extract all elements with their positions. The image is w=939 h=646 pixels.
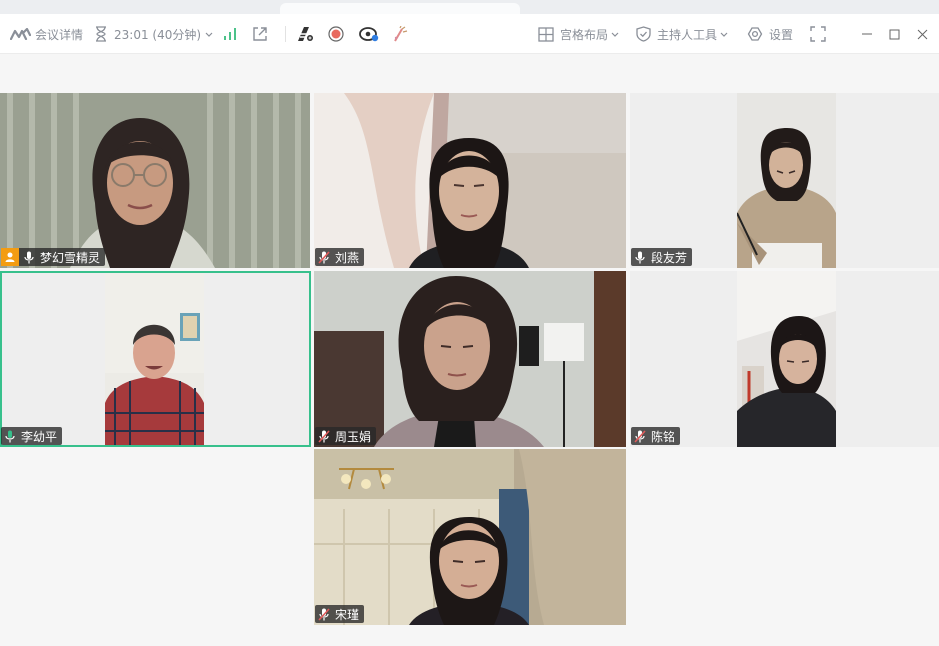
participant-video bbox=[314, 271, 626, 447]
video-grid: 梦幻雪精灵 刘燕 段友芳 李幼平 周玉娟 陈铭 宋瑾 bbox=[0, 93, 939, 626]
chevron-down-icon bbox=[611, 32, 619, 37]
participant-name-tag: 宋瑾 bbox=[315, 605, 365, 623]
beauty-filter-icon[interactable] bbox=[392, 14, 408, 54]
video-tile[interactable]: 陈铭 bbox=[630, 271, 939, 447]
settings-label: 设置 bbox=[769, 27, 794, 42]
participant-name: 周玉娟 bbox=[335, 429, 372, 444]
participant-video bbox=[314, 93, 626, 268]
grid-layout-icon bbox=[538, 26, 554, 42]
shield-icon bbox=[636, 26, 651, 42]
participant-name-tag: 周玉娟 bbox=[315, 427, 377, 445]
participant-video bbox=[0, 93, 310, 268]
fullscreen-icon[interactable] bbox=[810, 14, 826, 54]
meeting-details-button[interactable]: 会议详情 bbox=[10, 14, 83, 54]
settings-button[interactable]: 设置 bbox=[747, 14, 793, 54]
mic-speaking-icon bbox=[3, 429, 17, 443]
network-signal-icon[interactable] bbox=[223, 14, 237, 54]
participant-name-tag: 李幼平 bbox=[1, 427, 63, 445]
browser-top-strip bbox=[0, 0, 939, 14]
maximize-icon[interactable] bbox=[889, 14, 900, 54]
close-icon[interactable] bbox=[917, 14, 928, 54]
host-icon bbox=[1, 248, 19, 266]
meeting-toolbar: 会议详情 23:01 (40分钟) 宫格布局 主持人工具 设置 bbox=[0, 14, 939, 54]
meeting-logo-icon bbox=[10, 28, 31, 40]
whiteboard-icon[interactable] bbox=[296, 14, 314, 54]
share-link-icon[interactable] bbox=[252, 14, 268, 54]
browser-tab[interactable] bbox=[280, 3, 520, 14]
video-tile[interactable]: 梦幻雪精灵 bbox=[0, 93, 310, 268]
mic-muted-icon bbox=[317, 250, 331, 264]
video-tile-active-speaker[interactable]: 李幼平 bbox=[0, 271, 311, 447]
grid-layout-label: 宫格布局 bbox=[560, 27, 609, 42]
participant-name: 段友芳 bbox=[651, 250, 688, 265]
meeting-details-label: 会议详情 bbox=[35, 27, 84, 42]
host-tools-label: 主持人工具 bbox=[657, 27, 718, 42]
participant-video bbox=[737, 271, 836, 447]
toolbar-divider bbox=[285, 26, 286, 42]
participant-video bbox=[737, 93, 836, 268]
meeting-timer-label: 23:01 (40分钟) bbox=[114, 27, 202, 42]
participant-name: 陈铭 bbox=[651, 429, 676, 444]
participant-name-tag: 刘燕 bbox=[315, 248, 365, 266]
participant-name-tag: 陈铭 bbox=[631, 427, 681, 445]
participant-name: 宋瑾 bbox=[335, 607, 360, 622]
host-tools-button[interactable]: 主持人工具 bbox=[636, 14, 728, 54]
live-stream-icon[interactable] bbox=[359, 14, 379, 54]
participant-name: 刘燕 bbox=[335, 250, 360, 265]
participant-name-tag: 段友芳 bbox=[631, 248, 693, 266]
video-tile[interactable]: 刘燕 bbox=[314, 93, 626, 268]
chevron-down-icon bbox=[205, 32, 213, 37]
record-icon[interactable] bbox=[328, 14, 344, 54]
participant-name: 李幼平 bbox=[21, 429, 58, 444]
grid-layout-button[interactable]: 宫格布局 bbox=[538, 14, 619, 54]
video-tile[interactable]: 段友芳 bbox=[630, 93, 939, 268]
participant-name-tag: 梦幻雪精灵 bbox=[1, 248, 106, 266]
mic-icon bbox=[22, 250, 36, 264]
hourglass-icon bbox=[95, 26, 107, 42]
meeting-timer[interactable]: 23:01 (40分钟) bbox=[95, 14, 213, 54]
video-tile[interactable]: 周玉娟 bbox=[314, 271, 626, 447]
participant-name: 梦幻雪精灵 bbox=[40, 250, 101, 265]
mic-muted-icon bbox=[317, 607, 331, 621]
video-tile[interactable]: 宋瑾 bbox=[314, 449, 626, 625]
participant-video bbox=[314, 449, 626, 625]
minimize-icon[interactable] bbox=[861, 14, 873, 54]
mic-muted-icon bbox=[633, 429, 647, 443]
chevron-down-icon bbox=[720, 32, 728, 37]
mic-icon bbox=[633, 250, 647, 264]
mic-muted-icon bbox=[317, 429, 331, 443]
gear-icon bbox=[747, 26, 763, 42]
participant-video bbox=[105, 273, 204, 445]
